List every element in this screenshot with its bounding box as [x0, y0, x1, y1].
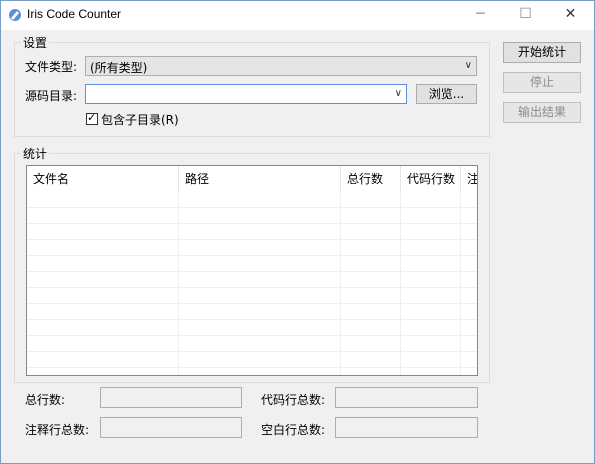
main-window: Iris Code Counter ─ ☐ ✕ 设置 文件类型: (所有类型) … [0, 0, 595, 464]
window-title: Iris Code Counter [27, 7, 122, 21]
start-button[interactable]: 开始统计 [503, 42, 581, 63]
file-type-value: (所有类型) [90, 61, 148, 75]
table-row[interactable] [27, 224, 477, 240]
table-row[interactable] [27, 192, 477, 208]
minimize-button[interactable]: ─ [458, 1, 503, 30]
table-row[interactable] [27, 272, 477, 288]
table-row[interactable] [27, 208, 477, 224]
code-lines-field [335, 387, 478, 408]
minimize-icon: ─ [476, 6, 485, 22]
total-lines-field [100, 387, 242, 408]
table-row[interactable] [27, 304, 477, 320]
maximize-button[interactable]: ☐ [503, 1, 548, 30]
comment-lines-field [100, 417, 242, 438]
table-row[interactable] [27, 352, 477, 368]
table-header: 文件名 路径 总行数 代码行数 注 [27, 166, 477, 192]
settings-group-label: 设置 [21, 34, 50, 51]
close-button[interactable]: ✕ [548, 1, 593, 30]
chevron-down-icon: ∨ [464, 60, 472, 71]
source-dir-input[interactable]: ∨ [85, 84, 407, 104]
table-row[interactable] [27, 240, 477, 256]
table-row[interactable] [27, 256, 477, 272]
file-type-select[interactable]: (所有类型) ∨ [85, 56, 477, 76]
column-header-total-lines[interactable]: 总行数 [341, 166, 401, 192]
check-icon: ✓ [87, 111, 97, 124]
include-subdirs-checkbox[interactable]: ✓ [86, 111, 98, 125]
table-row[interactable] [27, 320, 477, 336]
blank-lines-field [335, 417, 478, 438]
title-bar[interactable]: Iris Code Counter ─ ☐ ✕ [1, 1, 594, 30]
results-table[interactable]: 文件名 路径 总行数 代码行数 注 [26, 165, 478, 376]
include-subdirs-label[interactable]: 包含子目录(R) [101, 111, 179, 128]
table-row[interactable] [27, 336, 477, 352]
file-type-label: 文件类型: [25, 60, 78, 74]
column-header-code-lines[interactable]: 代码行数 [401, 166, 461, 192]
comment-lines-label: 注释行总数: [25, 423, 90, 437]
stats-group-label: 统计 [21, 145, 50, 162]
column-header-comment[interactable]: 注 [461, 166, 477, 192]
chevron-down-icon[interactable]: ∨ [395, 85, 402, 103]
browse-button[interactable]: 浏览... [416, 84, 477, 104]
blank-lines-label: 空白行总数: [261, 423, 326, 437]
table-row[interactable] [27, 288, 477, 304]
total-lines-label: 总行数: [25, 393, 66, 407]
column-header-path[interactable]: 路径 [179, 166, 341, 192]
export-button[interactable]: 输出结果 [503, 102, 581, 123]
code-lines-label: 代码行总数: [261, 393, 326, 407]
stop-button[interactable]: 停止 [503, 72, 581, 93]
maximize-icon: ☐ [519, 6, 532, 22]
close-icon: ✕ [564, 6, 577, 22]
app-icon [9, 9, 21, 21]
source-dir-label: 源码目录: [25, 89, 78, 103]
column-header-filename[interactable]: 文件名 [27, 166, 179, 192]
